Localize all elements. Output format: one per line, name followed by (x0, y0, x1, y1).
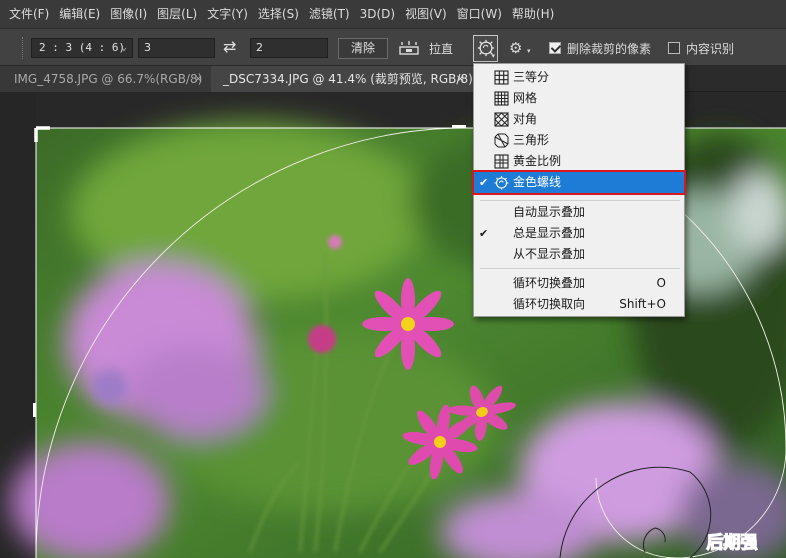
menu-filter[interactable]: 滤镜(T) (304, 0, 355, 28)
display-never-overlay[interactable]: 从不显示叠加 (474, 244, 684, 265)
check-icon: ✔ (479, 176, 489, 189)
tab-label: _DSC7334.JPG @ 41.4% (裁剪预览, RGB/8) (223, 72, 473, 86)
menu-type[interactable]: 文字(Y) (202, 0, 253, 28)
shortcut-label: O (656, 276, 666, 290)
options-bar: 2 : 3 (4 : 6) ⌄ 3 ⇄ 2 清除 拉直 ▾ ⚙ ▾ 删除裁剪的像… (0, 28, 786, 66)
check-icon: ✔ (479, 227, 489, 240)
overlay-item-triangle[interactable]: 三角形 (474, 130, 684, 151)
crop-handle-left[interactable] (33, 403, 37, 417)
delete-cropped-label[interactable]: 删除裁剪的像素 (567, 40, 651, 57)
tab-img-4758[interactable]: IMG_4758.JPG @ 66.7%(RGB/8) × (0, 66, 211, 92)
crop-settings-button[interactable]: ⚙ ▾ (509, 39, 531, 57)
menu-indicator-icon: ▾ (527, 47, 531, 55)
delete-cropped-checkbox[interactable] (549, 42, 561, 54)
display-auto-overlay[interactable]: 自动显示叠加 (474, 202, 684, 223)
menu-view[interactable]: 视图(V) (400, 0, 452, 28)
menu-layer[interactable]: 图层(L) (152, 0, 202, 28)
shortcut-label: Shift+O (619, 297, 666, 311)
overlay-item-diagonal[interactable]: 对角 (474, 109, 684, 130)
overlay-item-golden-spiral[interactable]: ✔ 金色螺线 (472, 170, 686, 195)
menu-indicator-icon: ▾ (491, 52, 495, 60)
ratio-preset-value: 2 : 3 (4 : 6) (39, 41, 126, 54)
cycle-overlay-item[interactable]: 循环切换叠加 O (474, 273, 684, 294)
content-aware-checkbox[interactable] (668, 42, 680, 54)
close-icon[interactable]: × (456, 66, 465, 92)
cosmos-flower (362, 278, 454, 370)
overlay-options-menu: 三等分 网格 对角 三角形 黄金比例 ✔ 金色螺线 自动显示叠加 ✔ 总是显示叠… (472, 63, 686, 317)
rule-of-thirds-icon (494, 70, 509, 85)
overlay-options-button[interactable]: ▾ (473, 35, 498, 62)
watermark-logo: 后期强 (706, 532, 758, 553)
grid-icon (494, 91, 509, 106)
golden-spiral-icon (494, 176, 509, 190)
options-bar-grip[interactable] (22, 37, 24, 59)
swap-dimensions-icon[interactable]: ⇄ (223, 37, 236, 56)
menu-image[interactable]: 图像(I) (105, 0, 152, 28)
svg-text:后期强: 后期强 (707, 533, 758, 553)
menu-window[interactable]: 窗口(W) (452, 0, 507, 28)
menu-select[interactable]: 选择(S) (253, 0, 304, 28)
crop-handle-top[interactable] (452, 125, 466, 129)
overlay-item-golden-ratio[interactable]: 黄金比例 (474, 151, 684, 172)
overlay-item-thirds[interactable]: 三等分 (474, 67, 684, 88)
chevron-down-icon: ⌄ (120, 42, 127, 53)
menu-edit[interactable]: 编辑(E) (54, 0, 105, 28)
crop-height-input[interactable]: 2 (250, 38, 328, 58)
golden-ratio-icon (494, 154, 509, 169)
close-icon[interactable]: × (194, 66, 203, 92)
menu-help[interactable]: 帮助(H) (507, 0, 559, 28)
menu-divider (480, 268, 680, 269)
straighten-label[interactable]: 拉直 (429, 40, 453, 57)
menu-bar: 文件(F) 编辑(E) 图像(I) 图层(L) 文字(Y) 选择(S) 滤镜(T… (0, 0, 786, 28)
clear-button[interactable]: 清除 (338, 38, 388, 59)
ratio-preset-select[interactable]: 2 : 3 (4 : 6) ⌄ (31, 38, 133, 58)
diagonal-icon (494, 112, 509, 127)
triangle-icon (494, 133, 509, 148)
menu-3d[interactable]: 3D(D) (355, 0, 400, 28)
crop-width-input[interactable]: 3 (138, 38, 215, 58)
gear-icon: ⚙ (509, 39, 523, 57)
display-always-overlay[interactable]: ✔ 总是显示叠加 (474, 223, 684, 244)
cycle-orientation-item[interactable]: 循环切换取向 Shift+O (474, 294, 684, 315)
menu-file[interactable]: 文件(F) (4, 0, 54, 28)
straighten-level-icon[interactable] (398, 40, 420, 56)
tab-label: IMG_4758.JPG @ 66.7%(RGB/8) (14, 72, 203, 86)
menu-divider (480, 200, 680, 201)
tab-dsc7334[interactable]: _DSC7334.JPG @ 41.4% (裁剪预览, RGB/8) × (211, 66, 473, 92)
content-aware-label[interactable]: 内容识别 (686, 40, 734, 57)
overlay-item-grid[interactable]: 网格 (474, 88, 684, 109)
